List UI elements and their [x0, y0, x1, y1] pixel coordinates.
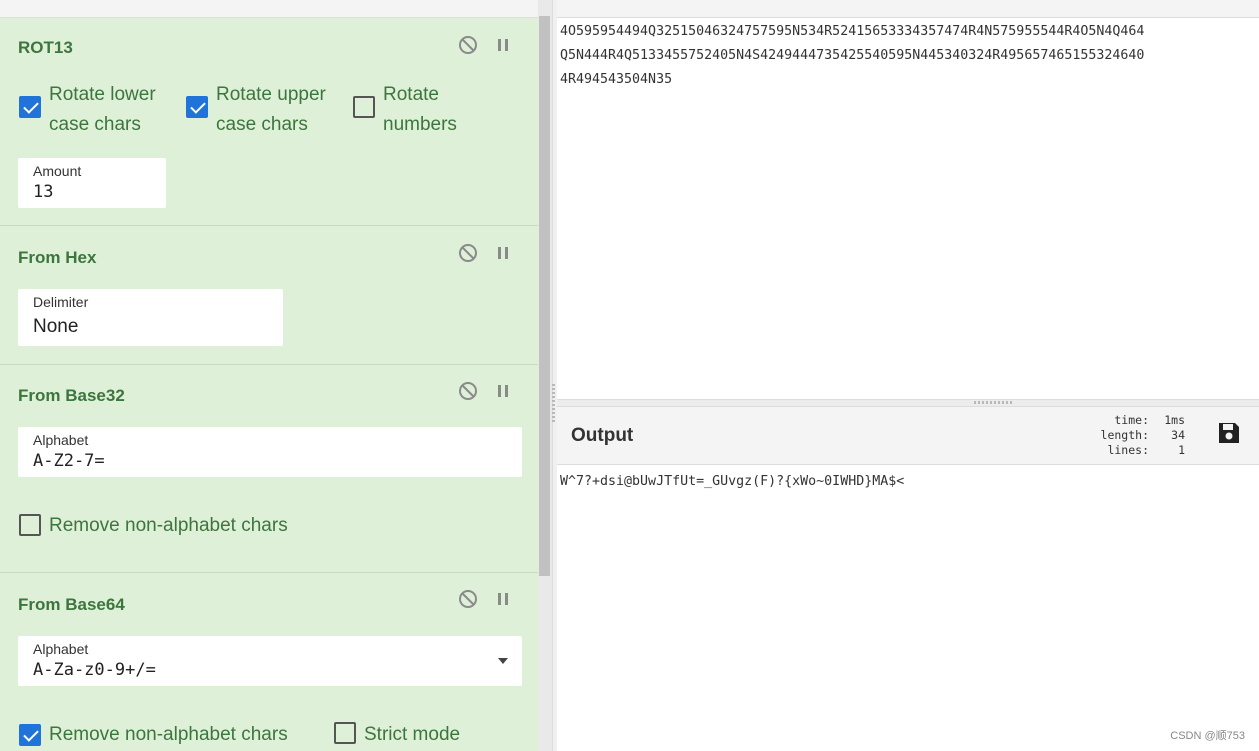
checkbox-label: Rotate numbers — [383, 80, 457, 140]
checkbox-remove-non-alphabet[interactable] — [19, 724, 41, 746]
output-header: Output time: 1ms length: 34 lines: 1 — [557, 407, 1259, 465]
stat-lines-value: 1 — [1178, 443, 1185, 457]
checkbox-label: Rotate upper case chars — [216, 80, 326, 140]
operation-title: ROT13 — [18, 38, 73, 57]
operation-from-base64: From Base64 Alphabet A-Za-z0-9+/= Remove… — [0, 573, 538, 751]
field-label: Amount — [33, 163, 82, 179]
breakpoint-pause-icon[interactable] — [492, 380, 514, 402]
operation-rot13: ROT13 Rotate lower case chars Rotate upp… — [0, 18, 538, 226]
field-value: None — [33, 316, 79, 337]
field-value: A-Z2-7= — [33, 451, 105, 471]
delimiter-field[interactable]: Delimiter None — [18, 289, 283, 346]
recipe-pane: ROT13 Rotate lower case chars Rotate upp… — [0, 0, 538, 751]
checkbox-label: Rotate lower case chars — [49, 80, 156, 140]
amount-field[interactable]: Amount 13 — [18, 158, 166, 208]
field-label: Alphabet — [33, 641, 89, 657]
label-line: Rotate — [383, 84, 439, 105]
field-label: Delimiter — [33, 294, 89, 310]
breakpoint-pause-icon[interactable] — [492, 34, 514, 56]
checkbox-rotate-numbers[interactable] — [353, 96, 375, 118]
breakpoint-pause-icon[interactable] — [492, 588, 514, 610]
input-line: 4O595954494Q32515046324757595N534R524156… — [560, 24, 1145, 39]
recipe-scrollbar[interactable] — [538, 0, 552, 751]
recipe-header — [0, 0, 538, 18]
watermark: CSDN @顺753 — [1170, 730, 1245, 742]
label-line: numbers — [383, 114, 457, 135]
label-line: Rotate lower — [49, 84, 156, 105]
splitter-grip[interactable] — [974, 401, 1014, 404]
operation-from-base32: From Base32 Alphabet A-Z2-7= Remove non-… — [0, 365, 538, 573]
disable-icon[interactable] — [457, 588, 479, 610]
stat-time-label: time: — [1114, 413, 1149, 427]
output-title: Output — [571, 425, 634, 446]
disable-icon[interactable] — [457, 242, 479, 264]
save-icon[interactable] — [1216, 420, 1242, 446]
stat-lines-label: lines: — [1107, 443, 1149, 457]
input-header — [557, 0, 1259, 18]
stat-time-value: 1ms — [1164, 413, 1185, 427]
checkbox-label: Remove non-alphabet chars — [49, 515, 288, 536]
label-line: case chars — [49, 114, 141, 135]
checkbox-remove-non-alphabet[interactable] — [19, 514, 41, 536]
disable-icon[interactable] — [457, 380, 479, 402]
field-label: Alphabet — [33, 432, 89, 448]
checkbox-rotate-lower[interactable] — [19, 96, 41, 118]
checkbox-label: Remove non-alphabet chars — [49, 724, 288, 745]
breakpoint-pause-icon[interactable] — [492, 242, 514, 264]
field-value: A-Za-z0-9+/= — [33, 660, 156, 680]
disable-icon[interactable] — [457, 34, 479, 56]
checkbox-rotate-upper[interactable] — [186, 96, 208, 118]
output-textarea[interactable]: W^7?+dsi@bUwJTfUt=_GUvgz(F)?{xWo~0IWHD}M… — [560, 470, 1259, 494]
label-line: Rotate upper — [216, 84, 326, 105]
input-line: 4R494543504N35 — [560, 72, 673, 87]
horizontal-splitter[interactable] — [557, 399, 1259, 407]
alphabet-select[interactable]: Alphabet A-Za-z0-9+/= — [18, 636, 522, 686]
stat-length-label: length: — [1100, 428, 1149, 442]
label-line: case chars — [216, 114, 308, 135]
chevron-down-icon[interactable] — [498, 658, 508, 664]
operation-from-hex: From Hex Delimiter None — [0, 226, 538, 365]
stat-length-value: 34 — [1171, 428, 1185, 442]
input-line: Q5N444R4Q5133455752405N4S424944473542554… — [560, 48, 1145, 63]
alphabet-field[interactable]: Alphabet A-Z2-7= — [18, 427, 522, 477]
operation-title: From Hex — [18, 248, 97, 267]
operation-title: From Base64 — [18, 595, 125, 614]
checkbox-strict-mode[interactable] — [334, 722, 356, 744]
vertical-splitter[interactable] — [552, 0, 557, 751]
checkbox-label: Strict mode — [364, 724, 461, 745]
operation-title: From Base32 — [18, 386, 125, 405]
field-value: 13 — [33, 182, 54, 202]
scrollbar-thumb[interactable] — [539, 16, 550, 576]
input-textarea[interactable]: 4O595954494Q32515046324757595N534R524156… — [560, 18, 1259, 400]
splitter-grip[interactable] — [552, 384, 555, 424]
